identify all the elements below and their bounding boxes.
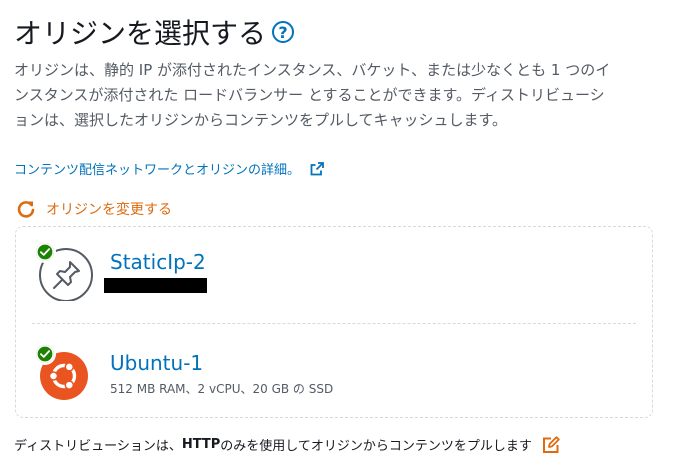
change-origin-label: オリジンを変更する [46,202,172,218]
divider [32,323,636,324]
footer-protocol: HTTP [181,437,221,452]
origin-icon-container [34,241,94,302]
origin-name-link[interactable]: Ubuntu-1 [110,350,333,376]
page-title: オリジンを選択する [14,17,267,50]
origin-item-ubuntu[interactable]: Ubuntu-1 512 MB RAM、2 vCPU、20 GB の SSD [34,343,333,403]
description-text: オリジンは、静的 IP が添付されたインスタンス、バケット、または少なくとも 1… [14,61,611,129]
origin-text: Ubuntu-1 512 MB RAM、2 vCPU、20 GB の SSD [110,350,333,397]
check-icon [34,343,56,365]
title-row: オリジンを選択する ? [14,12,295,52]
origin-specs: 512 MB RAM、2 vCPU、20 GB の SSD [110,381,334,396]
origin-text: StaticIp-2 [104,249,207,293]
refresh-icon [17,201,35,218]
redacted-block [104,278,207,293]
protocol-footer: ディストリビューションは、 HTTP のみを使用してオリジンからコンテンツをプル… [14,435,560,454]
origin-item-staticip[interactable]: StaticIp-2 [34,241,207,302]
external-link-icon [310,161,324,175]
origin-selection-panel: オリジンを選択する ? オリジンは、静的 IP が添付されたインスタンス、バケッ… [0,0,699,470]
origin-name-link[interactable]: StaticIp-2 [110,249,207,275]
origin-icon-container [34,343,94,403]
details-link[interactable]: コンテンツ配信ネットワークとオリジンの詳細。 [14,159,324,178]
help-icon[interactable]: ? [272,21,295,43]
footer-text-before: ディストリビューションは、 [14,439,182,454]
check-icon [34,241,56,263]
change-origin-button[interactable]: オリジンを変更する [16,199,172,219]
footer-text-after: のみを使用してオリジンからコンテンツをプルします [220,439,532,454]
edit-icon[interactable] [542,435,560,454]
selected-origins-card: StaticIp-2 Ubuntu-1 512 MB RAM、2 vCPU、20… [15,226,653,418]
details-link-label: コンテンツ配信ネットワークとオリジンの詳細。 [14,163,301,178]
